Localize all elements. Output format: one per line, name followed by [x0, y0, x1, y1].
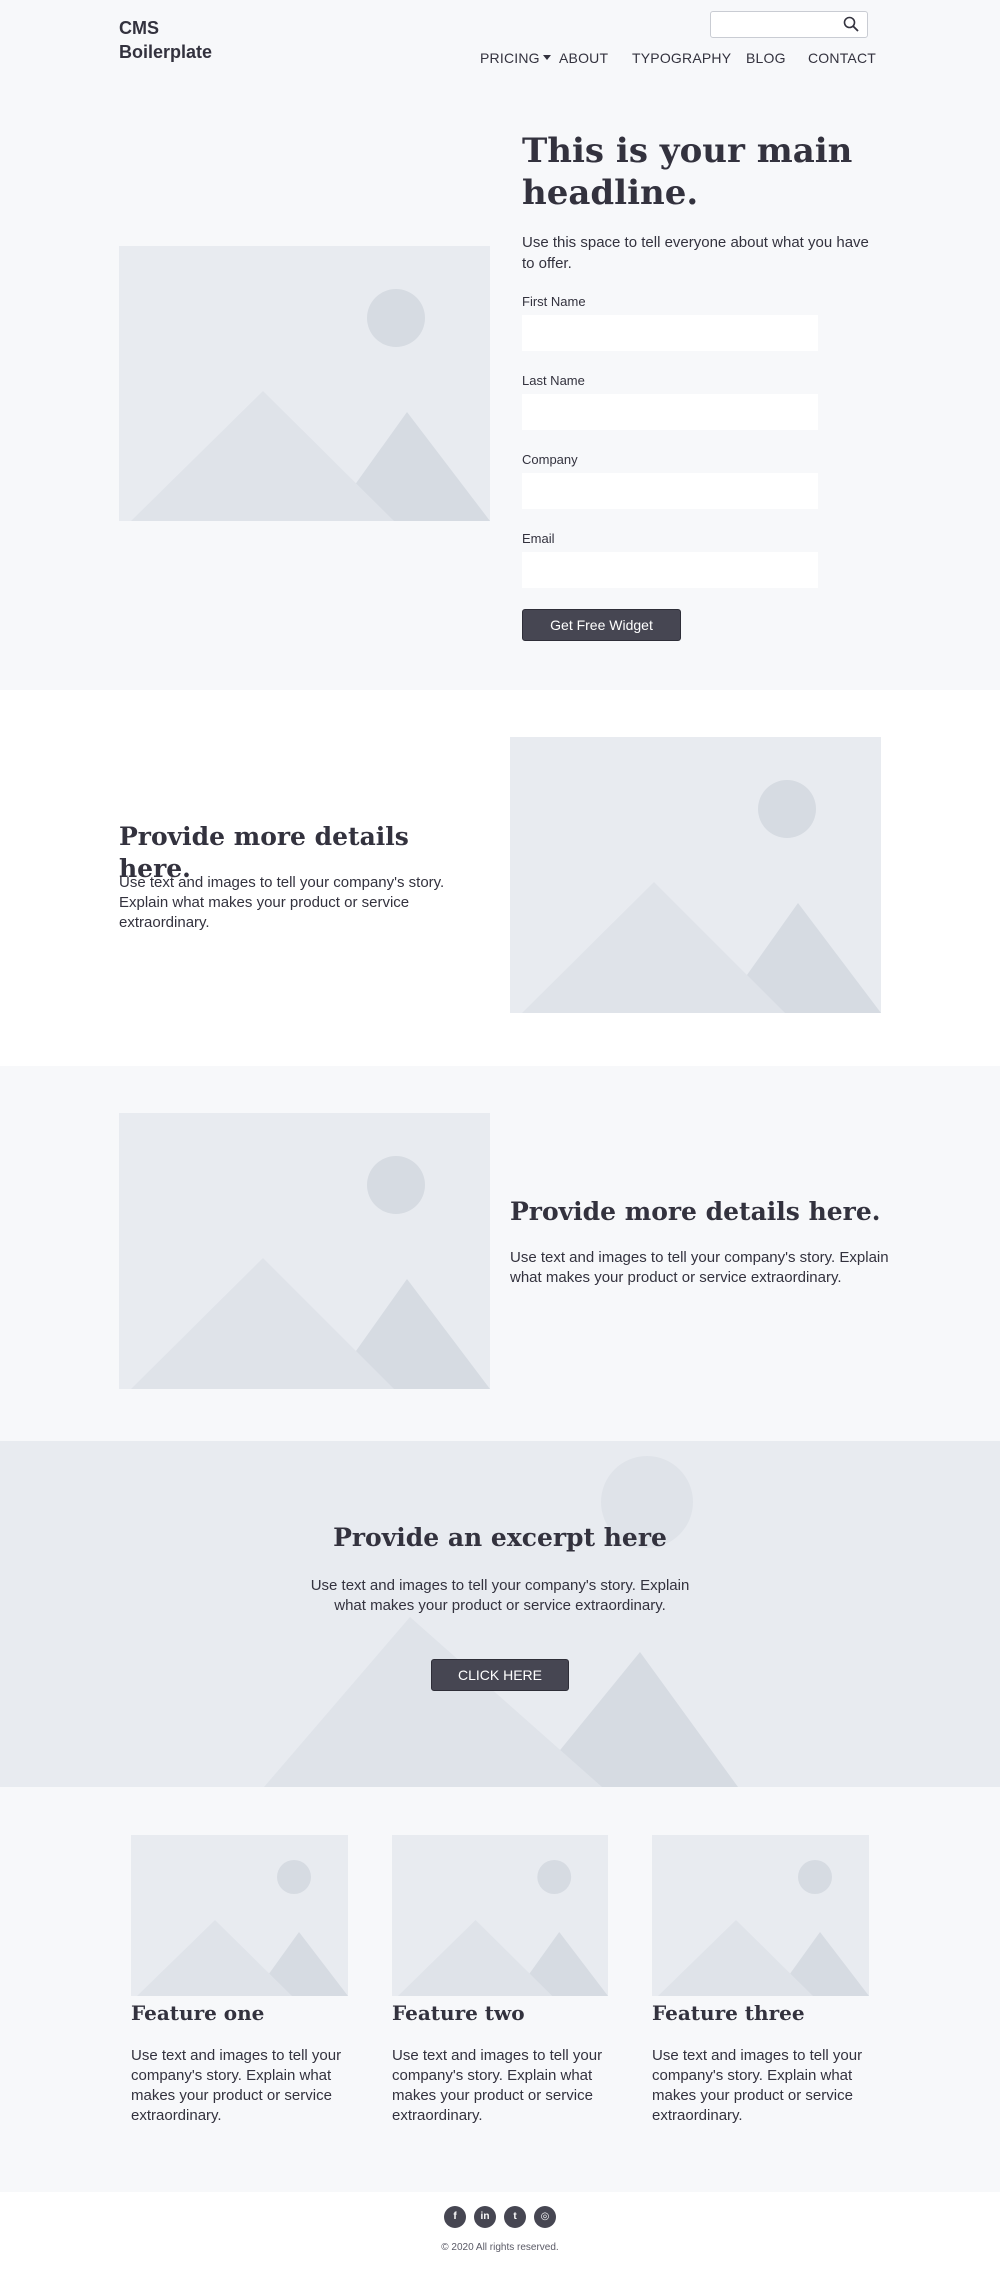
site-footer: [0, 2192, 1000, 2277]
excerpt-title: Provide an excerpt here: [333, 1523, 667, 1552]
feature-2-title: Feature two: [392, 2001, 525, 2025]
nav-item-blog[interactable]: BLOG: [746, 50, 786, 66]
hero-lead: Use this space to tell everyone about wh…: [522, 234, 869, 272]
feature-3-body: Use text and images to tell your company…: [652, 2047, 863, 2124]
feature-1-image: [131, 1835, 348, 1996]
hero-image: [119, 246, 490, 521]
image-placeholder-icon: [131, 289, 490, 521]
nav-item-typography[interactable]: TYPOGRAPHY: [632, 50, 731, 66]
email-field[interactable]: [522, 552, 818, 588]
company-label: Company: [522, 452, 578, 467]
image-placeholder-icon: [522, 780, 881, 1013]
details-1-image: [510, 737, 881, 1013]
first-name-label: First Name: [522, 294, 586, 309]
last-name-field[interactable]: [522, 394, 818, 430]
details-2-body: Use text and images to tell your company…: [510, 1249, 889, 1286]
search-icon[interactable]: [843, 16, 859, 32]
excerpt-body: Use text and images to tell your company…: [310, 1577, 690, 1614]
last-name-label: Last Name: [522, 373, 585, 388]
linkedin-icon[interactable]: in: [474, 2206, 496, 2228]
feature-1-body: Use text and images to tell your company…: [131, 2047, 342, 2124]
feature-1-title: Feature one: [131, 2001, 265, 2025]
details-2-title: Provide more details here.: [510, 1197, 881, 1226]
site-header: CMS Boilerplate PRICING ABOUT TYPOGRAPHY…: [0, 0, 1000, 100]
nav-item-contact[interactable]: CONTACT: [808, 50, 876, 66]
main-nav: PRICING ABOUT TYPOGRAPHY BLOG CONTACT: [0, 50, 1000, 70]
get-free-widget-button[interactable]: Get Free Widget: [522, 609, 681, 641]
logo-line-1: CMS: [119, 18, 159, 38]
feature-2-body: Use text and images to tell your company…: [392, 2047, 603, 2124]
search-input[interactable]: [710, 11, 868, 38]
first-name-field[interactable]: [522, 315, 818, 351]
copyright-text: © 2020 All rights reserved.: [441, 2242, 559, 2253]
feature-2-image: [392, 1835, 608, 1996]
nav-item-label: PRICING: [480, 50, 540, 66]
nav-item-pricing[interactable]: PRICING: [480, 50, 551, 66]
facebook-icon[interactable]: f: [444, 2206, 466, 2228]
hero-headline: This is your main headline.: [522, 131, 853, 213]
feature-3-title: Feature three: [652, 2001, 805, 2025]
twitter-icon[interactable]: t: [504, 2206, 526, 2228]
image-placeholder-icon: [397, 1860, 608, 1996]
nav-item-about[interactable]: ABOUT: [559, 50, 608, 66]
feature-3-image: [652, 1835, 869, 1996]
caret-down-icon: [542, 55, 551, 60]
company-field[interactable]: [522, 473, 818, 509]
details-2-image: [119, 1113, 490, 1389]
image-placeholder-icon: [131, 1156, 490, 1389]
email-label: Email: [522, 531, 555, 546]
image-placeholder-icon: [658, 1860, 869, 1996]
details-1-body: Use text and images to tell your company…: [119, 874, 445, 931]
click-here-button[interactable]: CLICK HERE: [431, 1659, 569, 1691]
image-placeholder-icon: [137, 1860, 348, 1996]
instagram-icon[interactable]: ◎: [534, 2206, 556, 2228]
